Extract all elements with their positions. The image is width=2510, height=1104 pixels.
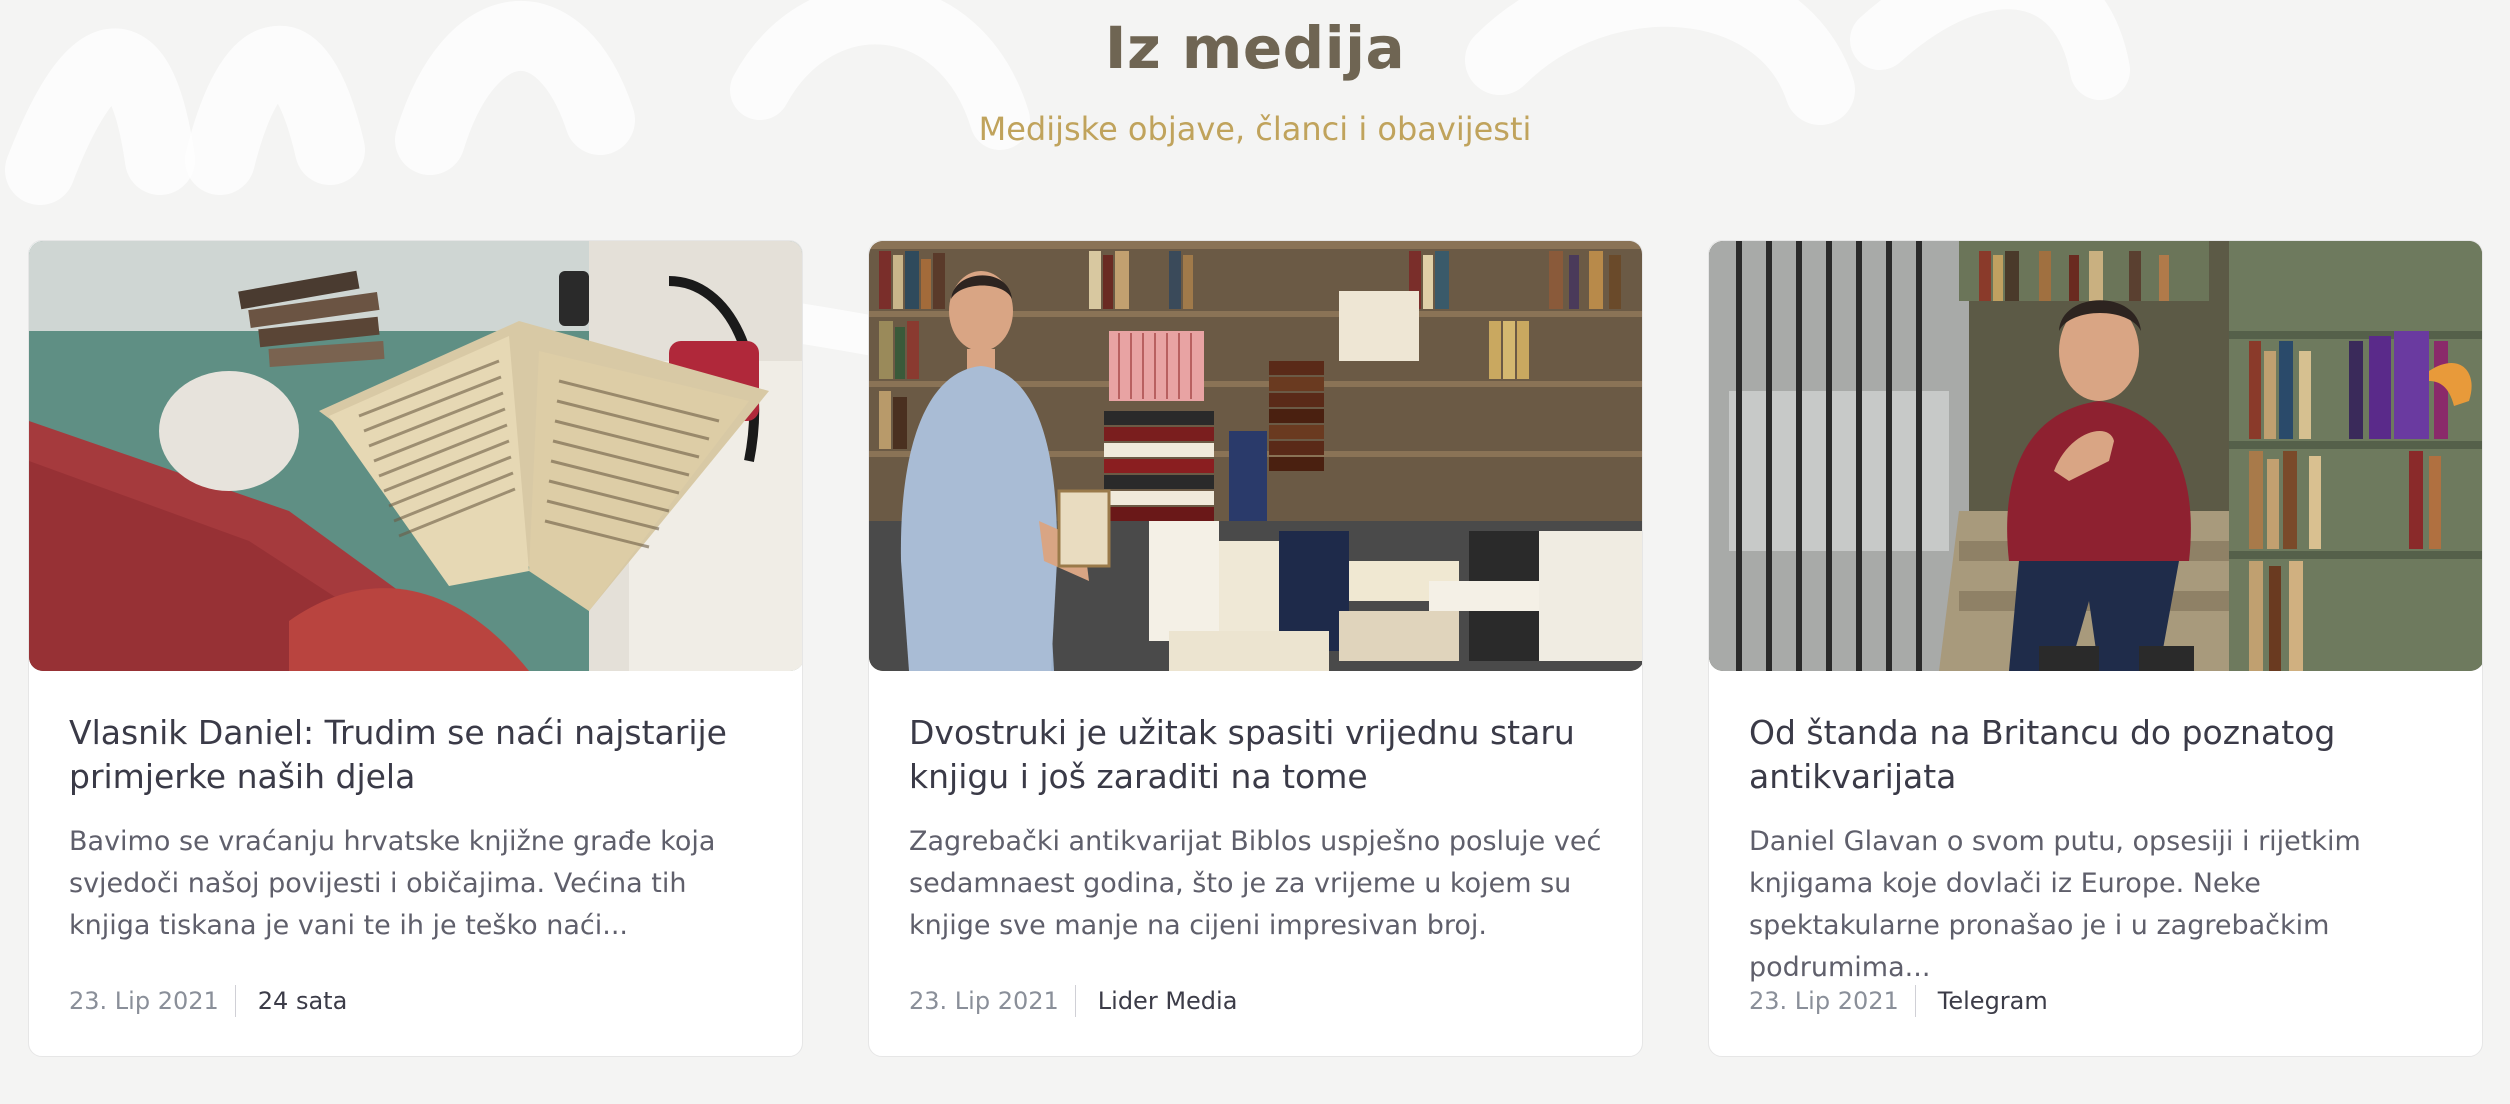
card-source: Lider Media [1097, 987, 1238, 1015]
media-card[interactable]: Dvostruki je užitak spasiti vrijednu sta… [868, 240, 1643, 1057]
card-title[interactable]: Vlasnik Daniel: Trudim se naći najstarij… [69, 711, 769, 799]
card-source: 24 sata [257, 987, 348, 1015]
card-meta: 23. Lip 2021 24 sata [69, 981, 347, 1021]
card-excerpt: Zagrebački antikvarijat Biblos uspješno … [909, 826, 1602, 941]
card-meta: 23. Lip 2021 Telegram [1749, 981, 2048, 1021]
card-image-link[interactable] [869, 241, 1642, 671]
meta-divider [234, 985, 236, 1017]
media-card[interactable]: Vlasnik Daniel: Trudim se naći najstarij… [28, 240, 803, 1057]
meta-divider [1914, 985, 1916, 1017]
meta-divider [1074, 985, 1076, 1017]
section-subtitle: Medijske objave, članci i obavijesti [978, 110, 1532, 148]
card-title[interactable]: Od štanda na Britancu do poznatog antikv… [1749, 711, 2449, 799]
card-title[interactable]: Dvostruki je užitak spasiti vrijednu sta… [909, 711, 1609, 799]
card-excerpt: Daniel Glavan o svom putu, opsesiji i ri… [1749, 826, 2361, 983]
card-date: 23. Lip 2021 [909, 987, 1059, 1015]
card-date: 23. Lip 2021 [1749, 987, 1899, 1015]
card-image-link[interactable] [29, 241, 802, 671]
card-excerpt: Bavimo se vraćanju hrvatske knjižne građ… [69, 826, 716, 941]
card-photo-bookshelves [1709, 241, 2482, 671]
card-meta: 23. Lip 2021 Lider Media [909, 981, 1237, 1021]
section-title: Iz medija [1104, 14, 1406, 82]
card-date: 23. Lip 2021 [69, 987, 219, 1015]
card-photo-bookshop [869, 241, 1642, 671]
card-photo-book [29, 241, 802, 671]
media-card[interactable]: Od štanda na Britancu do poznatog antikv… [1708, 240, 2483, 1057]
card-source: Telegram [1937, 987, 2048, 1015]
card-image-link[interactable] [1709, 241, 2482, 671]
